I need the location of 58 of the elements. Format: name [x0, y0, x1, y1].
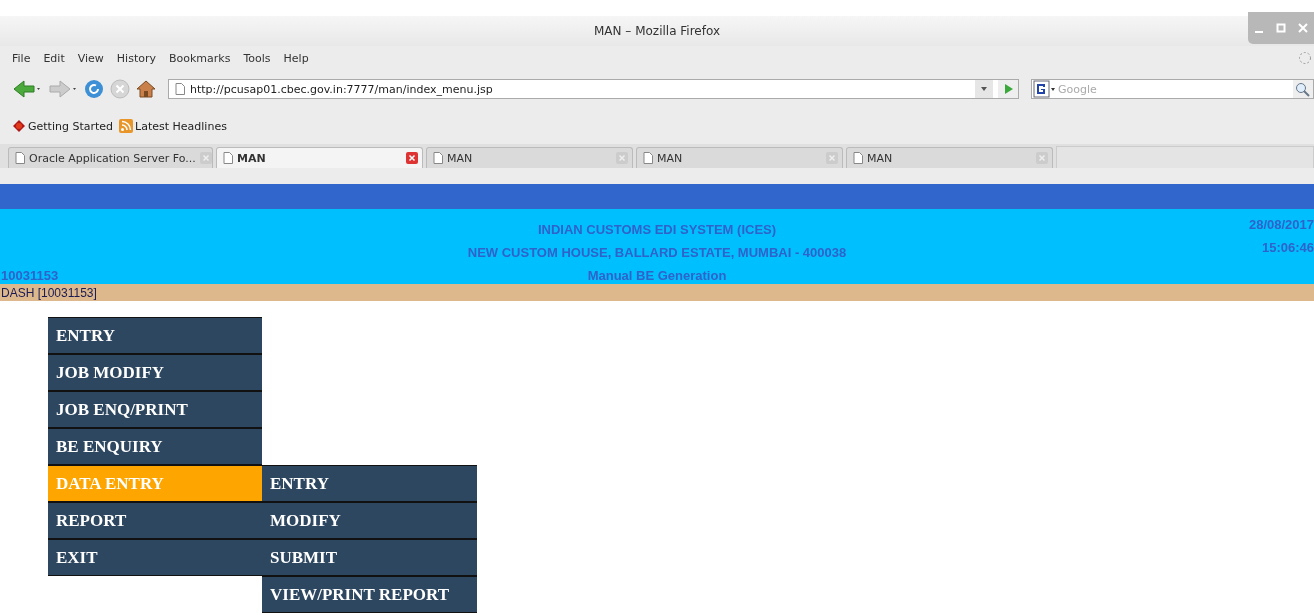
header-title: Manual BE Generation	[587, 268, 727, 283]
menu-item[interactable]: Edit	[43, 51, 65, 65]
user-bar: DASH [10031153]	[0, 284, 1314, 301]
menu-item[interactable]: BE ENQUIRY	[48, 429, 262, 464]
page-icon	[433, 152, 443, 164]
search-engine-icon	[1032, 80, 1056, 98]
go-icon	[998, 80, 1018, 98]
feed-icon	[119, 119, 134, 133]
date-text: 28/08/2017	[1248, 217, 1314, 232]
close-icon	[1036, 152, 1048, 164]
header-title: NEW CUSTOM HOUSE, BALLARD ESTATE, MUMBAI - 400038	[467, 245, 847, 260]
menu-item[interactable]: Tools	[243, 51, 271, 65]
submenu-item[interactable]: SUBMIT	[262, 540, 477, 575]
submenu-item[interactable]: ENTRY	[262, 466, 477, 501]
menu-item[interactable]: JOB MODIFY	[48, 355, 262, 390]
browser-tab[interactable]: MAN	[636, 147, 843, 168]
browser-tab[interactable]: Oracle Application Server Fo...	[8, 147, 213, 168]
close-icon	[616, 152, 628, 164]
menu-item[interactable]: Bookmarks	[169, 51, 231, 65]
browser-tab[interactable]: MAN	[846, 147, 1053, 168]
close-icon[interactable]	[1298, 23, 1308, 33]
close-icon	[199, 152, 212, 164]
bookmark-item[interactable]: Latest Headlines	[119, 119, 227, 133]
menu-item[interactable]: View	[77, 51, 104, 65]
maximize-icon[interactable]	[1276, 23, 1286, 33]
back-arrow-icon	[12, 79, 42, 99]
page-icon	[853, 152, 863, 164]
menu-item[interactable]: Help	[283, 51, 309, 65]
window-title: MAN – Mozilla Firefox	[593, 24, 720, 38]
browser-tab[interactable]: MAN	[216, 147, 423, 168]
menu-item[interactable]: ENTRY	[48, 318, 262, 353]
menu-item[interactable]: History	[116, 51, 156, 65]
page-icon	[643, 152, 653, 164]
page-icon	[175, 83, 185, 95]
reload-icon	[84, 79, 104, 99]
page-icon	[15, 152, 25, 164]
time-text: 15:06:46	[1261, 240, 1314, 255]
page-icon	[223, 152, 233, 164]
home-icon	[136, 79, 156, 99]
menu-item[interactable]: File	[12, 51, 31, 65]
menu-item[interactable]: REPORT	[48, 503, 262, 538]
submenu-item[interactable]: VIEW/PRINT REPORT	[262, 577, 477, 612]
header-title: INDIAN CUSTOMS EDI SYSTEM (ICES)	[537, 222, 777, 237]
dropdown-icon	[975, 80, 993, 98]
stop-icon	[110, 79, 130, 99]
close-icon	[826, 152, 838, 164]
throbber-icon	[1298, 51, 1312, 65]
menu-item[interactable]: EXIT	[48, 540, 262, 575]
browser-tab[interactable]: MAN	[426, 147, 633, 168]
bookmark-icon	[12, 119, 26, 133]
submenu-item[interactable]: MODIFY	[262, 503, 477, 538]
bookmark-item[interactable]: Getting Started	[12, 119, 114, 133]
menu-item[interactable]: JOB ENQ/PRINT	[48, 392, 262, 427]
close-icon	[406, 152, 418, 164]
forward-arrow-icon	[48, 79, 78, 99]
address-bar[interactable]: http://pcusap01.cbec.gov.in:7777/man/index_menu.jsp	[168, 79, 1019, 99]
user-id: 10031153	[0, 268, 60, 283]
search-bar[interactable]: Google	[1031, 79, 1314, 99]
